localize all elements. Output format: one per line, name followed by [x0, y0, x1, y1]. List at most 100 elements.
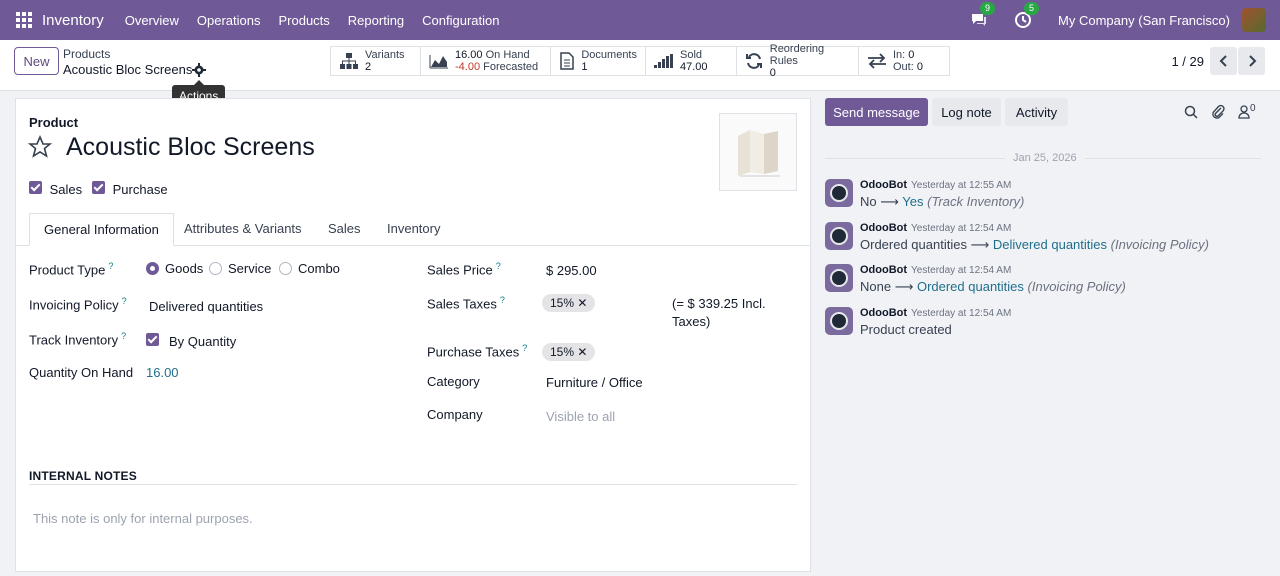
- reordering-rules-button[interactable]: Reordering Rules 0: [737, 43, 859, 79]
- out-value: 0: [916, 61, 923, 73]
- menu-products[interactable]: Products: [278, 13, 329, 28]
- type-goods-radio[interactable]: Goods: [146, 261, 203, 276]
- track-inventory-checkbox[interactable]: By Quantity: [146, 333, 236, 349]
- category-select[interactable]: Furniture / Office: [546, 375, 643, 390]
- activity-button[interactable]: Activity: [1005, 98, 1068, 126]
- in-out-button[interactable]: In: 0 Out: 0: [859, 46, 950, 76]
- sold-button[interactable]: Sold 47.00: [646, 46, 737, 76]
- company-label: Company: [427, 407, 483, 422]
- tab-attributes-variants[interactable]: Attributes & Variants: [170, 213, 316, 246]
- out-label: Out:: [893, 61, 914, 73]
- signal-icon: [654, 52, 674, 70]
- documents-value: 1: [581, 61, 588, 73]
- control-panel: New Products Acoustic Bloc Screens Actio…: [0, 40, 1280, 107]
- star-icon[interactable]: [28, 135, 52, 159]
- date-separator: Jan 25, 2026: [825, 152, 1261, 164]
- menu-configuration[interactable]: Configuration: [422, 13, 499, 28]
- onhand-button[interactable]: 16.00 On Hand -4.00 Forecasted: [421, 46, 551, 76]
- invoicing-policy-select[interactable]: Delivered quantities: [149, 299, 263, 314]
- paperclip-icon[interactable]: [1211, 104, 1225, 120]
- chatter-message: OdooBot Yesterday at 12:54 AM Product cre…: [825, 307, 1265, 343]
- message-author: OdooBot Yesterday at 12:55 AM: [860, 179, 1012, 191]
- message-body: Product created: [860, 322, 952, 337]
- message-body: None ⟶ Ordered quantities (Invoicing Pol…: [860, 279, 1126, 294]
- pager-previous-button[interactable]: [1210, 47, 1237, 75]
- company-switcher[interactable]: My Company (San Francisco): [1058, 13, 1230, 28]
- internal-notes-title: INTERNAL NOTES: [29, 469, 137, 483]
- sold-label: Sold: [680, 49, 703, 61]
- apps-menu-icon[interactable]: [16, 12, 32, 28]
- product-name[interactable]: Acoustic Bloc Screens: [66, 133, 315, 162]
- tab-general-information[interactable]: General Information: [29, 213, 174, 246]
- followers-button[interactable]: 0: [1238, 103, 1256, 119]
- tab-inventory[interactable]: Inventory: [373, 213, 454, 246]
- qty-on-hand-value[interactable]: 16.00: [146, 365, 179, 380]
- refresh-icon: [745, 52, 764, 70]
- internal-notes-input[interactable]: This note is only for internal purposes.: [33, 511, 253, 526]
- messages-badge: 9: [980, 2, 996, 15]
- onhand-label: On Hand: [485, 49, 530, 61]
- purchase-checkbox[interactable]: Purchase: [92, 181, 168, 197]
- area-chart-icon: [429, 52, 449, 70]
- sales-price-label: Sales Price?: [427, 261, 501, 278]
- documents-label: Documents: [581, 49, 637, 61]
- onhand-value: 16.00: [455, 49, 483, 61]
- menu-reporting[interactable]: Reporting: [348, 13, 404, 28]
- product-label: Product: [29, 115, 79, 130]
- app-brand[interactable]: Inventory: [42, 12, 104, 29]
- chevron-left-icon: [1219, 55, 1227, 67]
- invoicing-policy-label: Invoicing Policy?: [29, 296, 127, 313]
- incl-taxes-text: (= $ 339.25 Incl. Taxes): [672, 296, 766, 329]
- sales-checkbox[interactable]: Sales: [29, 181, 82, 197]
- menu-operations[interactable]: Operations: [197, 13, 261, 28]
- sales-taxes-label: Sales Taxes?: [427, 295, 505, 312]
- breadcrumb-current: Acoustic Bloc Screens: [63, 62, 193, 77]
- top-navbar: Inventory Overview Operations Products R…: [0, 0, 1280, 40]
- send-message-button[interactable]: Send message: [825, 98, 928, 126]
- reorder-label: Reordering Rules: [769, 43, 825, 67]
- chevron-right-icon: [1248, 55, 1256, 67]
- menu-overview[interactable]: Overview: [125, 13, 179, 28]
- log-note-button[interactable]: Log note: [932, 98, 1001, 126]
- in-value: 0: [908, 49, 915, 61]
- sales-checkbox-label: Sales: [49, 182, 83, 197]
- breadcrumb-products[interactable]: Products: [63, 47, 110, 61]
- search-icon[interactable]: [1184, 105, 1198, 119]
- documents-button[interactable]: Documents 1: [551, 46, 646, 76]
- activities-button[interactable]: 5: [1014, 2, 1040, 29]
- form-sheet: Product Acoustic Bloc Screens Sales Purc…: [15, 98, 811, 572]
- tab-sales[interactable]: Sales: [314, 213, 375, 246]
- message-author: OdooBot Yesterday at 12:54 AM: [860, 264, 1012, 276]
- sales-price-input[interactable]: $ 295.00: [546, 263, 597, 278]
- user-avatar[interactable]: [1242, 8, 1266, 32]
- chatter-message: OdooBot Yesterday at 12:55 AM No ⟶ Yes (T…: [825, 179, 1265, 215]
- exchange-icon: [867, 52, 887, 70]
- purchase-taxes-label: Purchase Taxes?: [427, 343, 528, 360]
- forecast-value: -4.00: [455, 61, 481, 73]
- file-icon: [559, 52, 575, 70]
- screen-image-icon: [738, 130, 780, 177]
- pager-value[interactable]: 1 / 29: [1171, 54, 1204, 69]
- sales-tax-tag[interactable]: 15% ✕: [542, 294, 596, 312]
- product-image[interactable]: [719, 113, 797, 191]
- company-select[interactable]: Visible to all: [546, 409, 615, 424]
- track-inventory-label: Track Inventory?: [29, 331, 127, 348]
- purchase-tax-tag[interactable]: 15% ✕: [542, 343, 596, 361]
- type-combo-radio[interactable]: Combo: [279, 261, 340, 276]
- type-service-radio[interactable]: Service: [209, 261, 271, 276]
- chatter-message: OdooBot Yesterday at 12:54 AM Ordered qua…: [825, 222, 1265, 258]
- messages-button[interactable]: 9: [970, 2, 996, 29]
- smart-buttons: Variants 2 16.00 On Hand -4.00 Forecasted …: [330, 43, 950, 79]
- gear-icon[interactable]: [192, 63, 206, 77]
- odoobot-avatar: [825, 264, 853, 292]
- message-author: OdooBot Yesterday at 12:54 AM: [860, 307, 1012, 319]
- reorder-value: 0: [769, 67, 776, 79]
- variants-button[interactable]: Variants 2: [330, 46, 421, 76]
- new-button[interactable]: New: [14, 47, 59, 75]
- sitemap-icon: [339, 52, 359, 70]
- product-type-label: Product Type?: [29, 261, 114, 278]
- variants-value: 2: [365, 61, 372, 73]
- pager-next-button[interactable]: [1238, 47, 1265, 75]
- user-icon: [1238, 105, 1250, 119]
- sold-value: 47.00: [680, 61, 708, 73]
